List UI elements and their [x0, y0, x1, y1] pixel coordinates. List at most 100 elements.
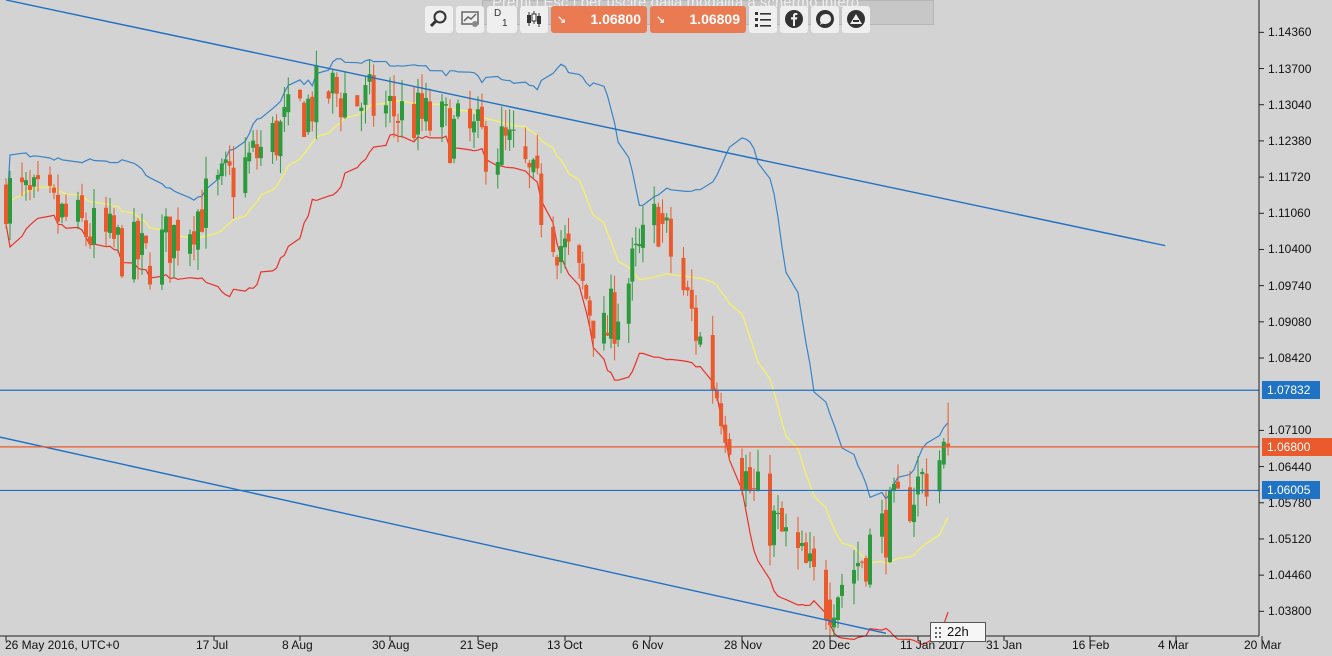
candle-body — [56, 194, 60, 222]
candle-body — [535, 155, 540, 169]
candle-body — [200, 209, 204, 232]
x-tick-label: 30 Aug — [372, 638, 410, 652]
candle-body — [836, 597, 840, 620]
candle-body — [864, 558, 868, 582]
candle-body — [694, 307, 698, 341]
sell-price: 1.06800 — [590, 11, 641, 27]
candle-body — [920, 471, 925, 475]
y-tick-label: 1.08420 — [1268, 351, 1312, 366]
upper-level-tag[interactable]: 1.07832 — [1262, 381, 1320, 400]
orders-list-button[interactable] — [749, 5, 777, 33]
candle-body — [192, 231, 196, 245]
candle-body — [452, 118, 456, 159]
candle-body — [656, 206, 661, 247]
trendline — [0, 436, 887, 634]
candle-body — [916, 476, 920, 495]
candle-body — [896, 481, 900, 489]
candle-body — [330, 72, 335, 94]
y-tick-label: 1.11720 — [1268, 170, 1311, 185]
candle-body — [363, 85, 368, 105]
candle-body — [231, 167, 236, 198]
candle-body — [120, 228, 124, 277]
timeframe-button[interactable]: D 1 — [487, 5, 517, 33]
candle-body — [8, 178, 12, 224]
x-tick-label: 6 Nov — [632, 638, 664, 652]
candle-body — [20, 177, 24, 183]
chat-button[interactable] — [811, 5, 839, 33]
candle-body — [80, 195, 84, 218]
x-tick-label: 17 Jul — [196, 638, 229, 652]
candle-body — [440, 101, 444, 128]
chart-settings-icon — [461, 11, 479, 27]
candle-body — [912, 504, 916, 523]
candle-body — [274, 120, 279, 156]
facebook-icon — [785, 10, 803, 28]
y-tick-label: 1.09080 — [1268, 314, 1312, 329]
candle-body — [884, 509, 888, 558]
candle-body — [772, 510, 776, 546]
trendline — [5, 0, 1166, 247]
chart-type-button[interactable] — [520, 5, 548, 33]
current-price-tag[interactable]: 1.06800 — [1262, 437, 1332, 456]
candle-body — [710, 335, 715, 390]
candle-body — [880, 513, 884, 537]
facebook-button[interactable] — [780, 5, 808, 33]
buy-button[interactable]: ↘ 1.06809 — [650, 5, 746, 33]
candle-body — [587, 300, 592, 316]
candle-body — [243, 157, 248, 194]
candle-body — [343, 93, 347, 118]
candle-body — [555, 257, 560, 266]
candle-body — [476, 109, 480, 121]
candle-body — [563, 238, 567, 248]
candle-body — [748, 467, 752, 492]
candle-body — [223, 159, 228, 163]
candle-body — [523, 146, 528, 160]
lower-band-line — [5, 133, 949, 646]
candle-body — [286, 94, 291, 113]
y-tick-label: 1.04460 — [1268, 568, 1312, 583]
candle-body — [132, 221, 136, 280]
candle-body — [420, 93, 424, 119]
x-tick-label: 20 Dec — [812, 638, 851, 652]
timeframe-letter: D — [494, 7, 502, 19]
chart-area[interactable] — [0, 0, 1332, 656]
candle-body — [168, 216, 172, 263]
candle-body — [888, 490, 892, 563]
candle-body — [601, 312, 606, 344]
candle-body — [48, 174, 52, 186]
candle-body — [626, 283, 631, 324]
lower-level-tag[interactable]: 1.06005 — [1262, 481, 1320, 500]
candle-body — [780, 507, 784, 532]
price-chart[interactable] — [0, 0, 1332, 656]
zoom-button[interactable] — [425, 5, 453, 33]
candle-body — [104, 207, 108, 232]
candle-body — [428, 101, 432, 131]
candle-body — [76, 199, 80, 222]
chart-settings-button[interactable] — [456, 5, 484, 33]
candle-body — [685, 287, 690, 291]
zoom-icon — [429, 10, 447, 28]
candle-body — [416, 92, 420, 135]
candle-body — [860, 561, 864, 563]
candle-body — [840, 584, 844, 596]
candle-body — [808, 553, 812, 562]
buy-price: 1.06809 — [689, 11, 740, 27]
candle-body — [412, 104, 416, 138]
sell-button[interactable]: ↘ 1.06800 — [551, 5, 647, 33]
candle-body — [472, 121, 476, 133]
y-tick-label: 1.06440 — [1268, 459, 1312, 474]
y-tick-label: 1.10400 — [1268, 242, 1312, 257]
candle-body — [824, 569, 828, 621]
candle-countdown[interactable]: 22h — [930, 622, 986, 642]
y-tick-label: 1.13040 — [1268, 97, 1312, 112]
candle-body — [176, 219, 180, 251]
candle-body — [527, 162, 532, 168]
candle-body — [298, 89, 302, 99]
candle-body — [616, 321, 621, 340]
support-button[interactable] — [842, 5, 870, 33]
candle-body — [804, 542, 808, 563]
candle-body — [160, 229, 164, 285]
candle-body — [740, 458, 744, 491]
candle-body — [612, 292, 617, 344]
candle-body — [908, 487, 912, 522]
